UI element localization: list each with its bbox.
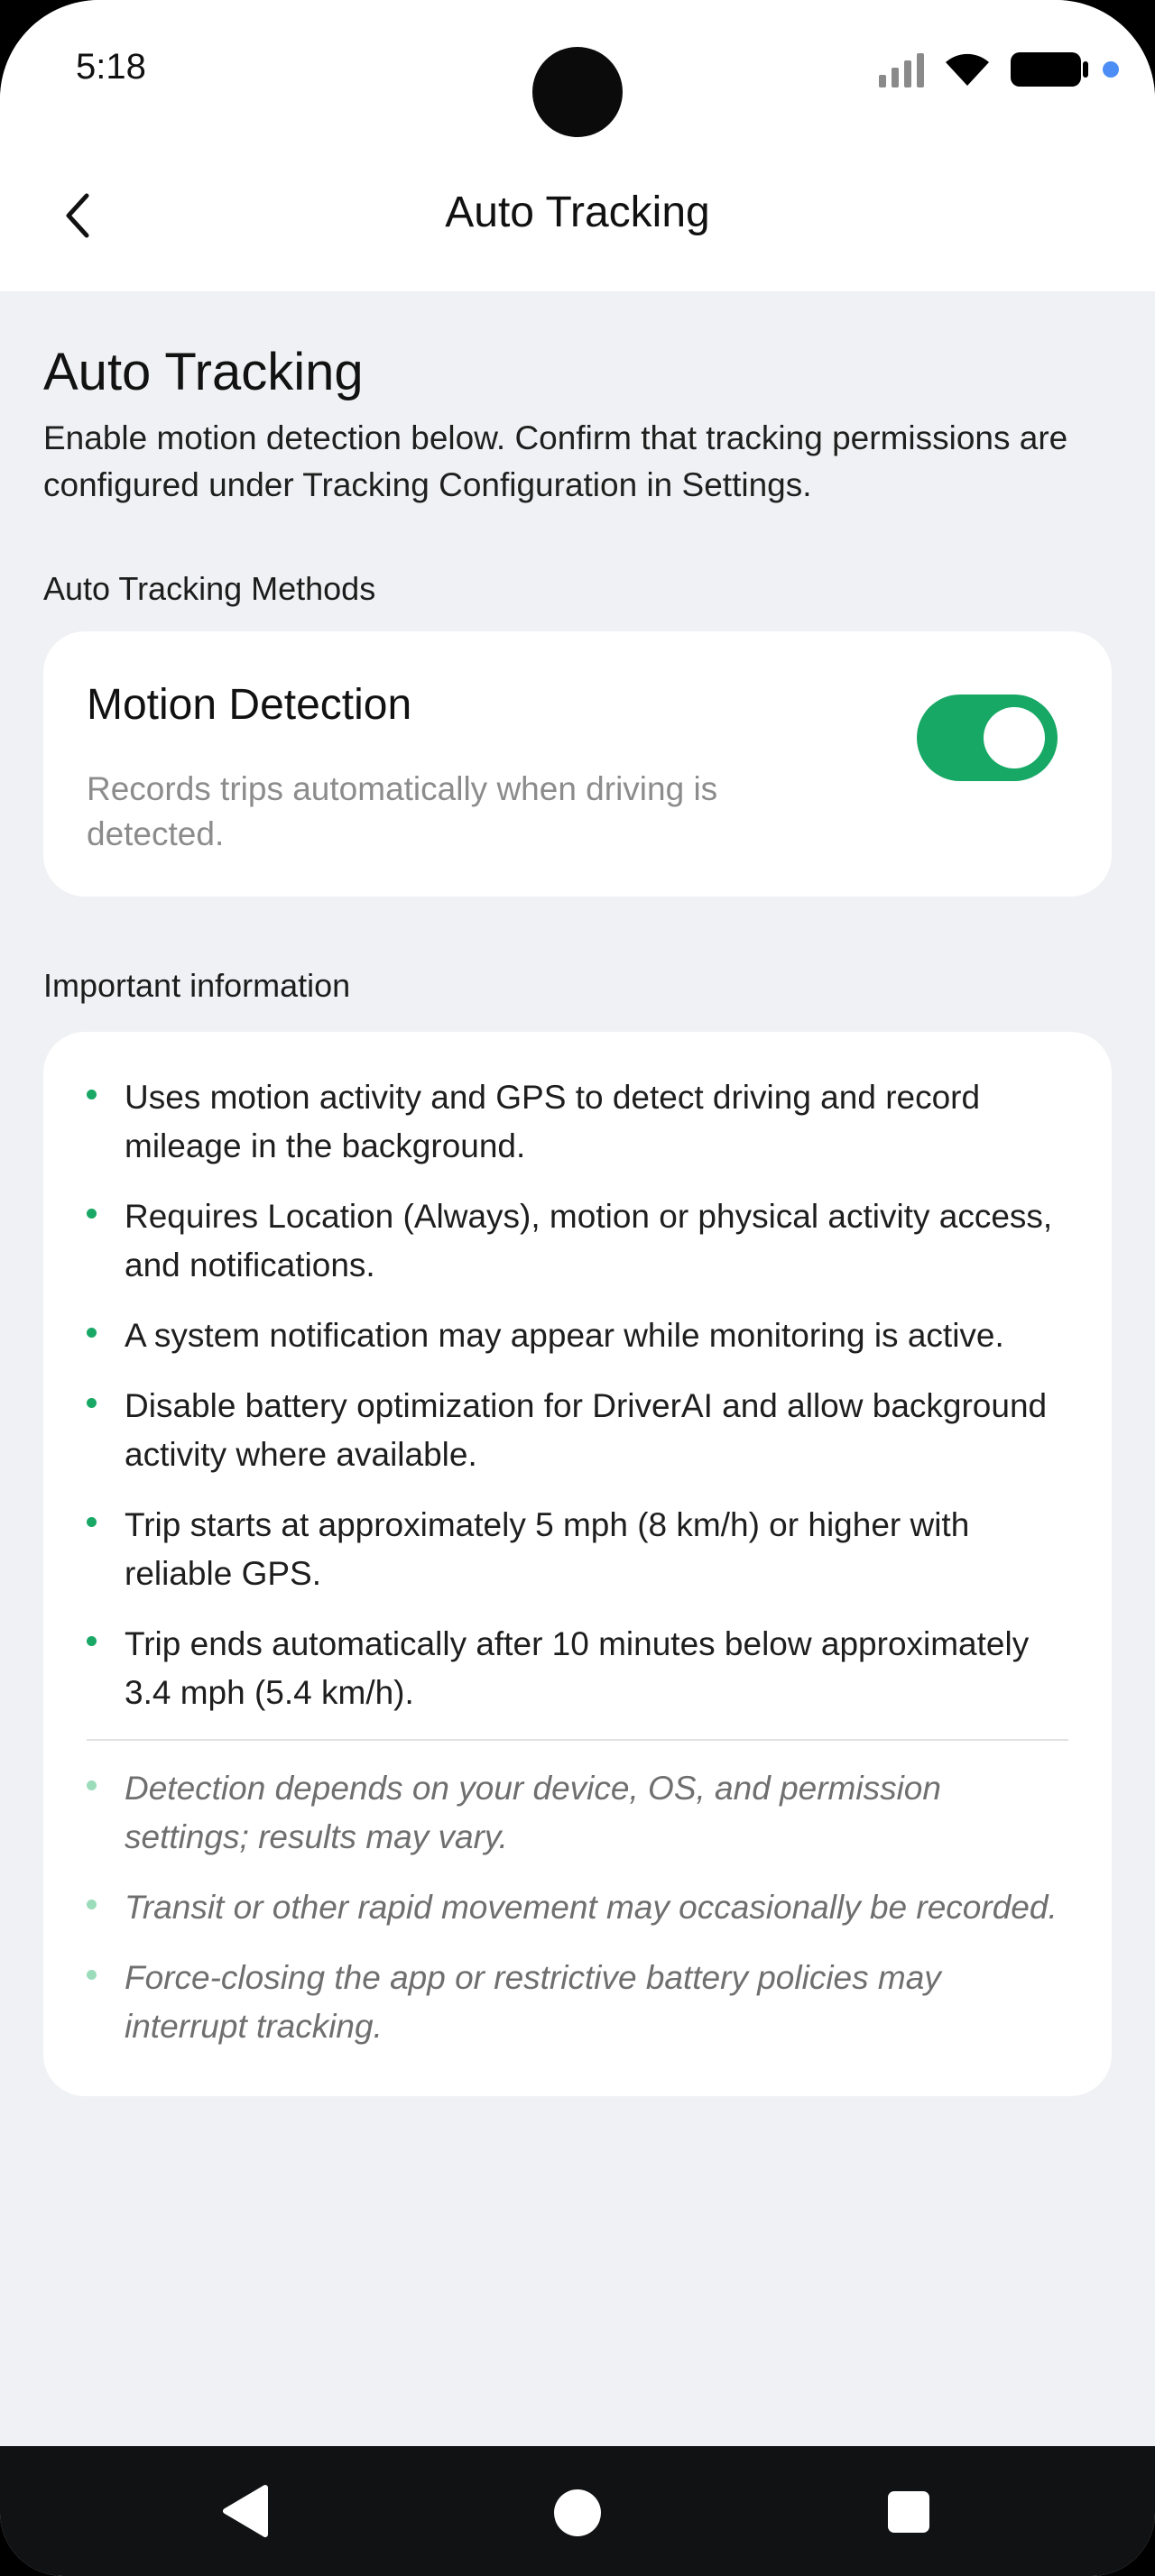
system-nav-bar [0, 2446, 1155, 2576]
bullet-icon [87, 1636, 97, 1646]
important-section-label: Important information [43, 967, 351, 1004]
top-bar: 5:18 Auto Tracking [0, 0, 1155, 291]
nav-home-icon[interactable] [554, 2489, 601, 2536]
signal-icon [879, 51, 924, 87]
status-icons [879, 47, 1119, 92]
motion-detection-card: Motion Detection Records trips automatic… [43, 631, 1112, 897]
info-item: Trip starts at approximately 5 mph (8 km… [87, 1501, 1068, 1598]
content: Auto Tracking Enable motion detection be… [43, 291, 1112, 2096]
motion-detection-toggle[interactable] [917, 695, 1058, 781]
info-item: Disable battery optimization for DriverA… [87, 1382, 1068, 1479]
methods-section-label: Auto Tracking Methods [43, 570, 376, 607]
notification-dot-icon [1103, 61, 1119, 78]
info-item: Trip ends automatically after 10 minutes… [87, 1620, 1068, 1717]
bullet-icon [87, 1517, 97, 1527]
front-camera [532, 47, 623, 137]
app-screen: 5:18 Auto Tracking Auto Tracking Enable … [0, 0, 1155, 2576]
notes-list: Detection depends on your device, OS, an… [87, 1764, 1068, 2051]
status-time: 5:18 [76, 47, 146, 87]
note-item: Force-closing the app or restrictive bat… [87, 1954, 1068, 2051]
info-item: A system notification may appear while m… [87, 1311, 1068, 1360]
wifi-icon [946, 53, 989, 86]
note-item: Transit or other rapid movement may occa… [87, 1883, 1068, 1932]
nav-recents-icon[interactable] [888, 2491, 929, 2533]
motion-detection-title: Motion Detection [87, 681, 412, 729]
battery-icon [1011, 52, 1088, 87]
note-item: Detection depends on your device, OS, an… [87, 1764, 1068, 1862]
bullet-icon [87, 1328, 97, 1338]
bullet-icon [87, 1900, 97, 1909]
nav-back-icon[interactable] [220, 2484, 271, 2538]
info-item: Uses motion activity and GPS to detect d… [87, 1073, 1068, 1171]
bullet-icon [87, 1780, 97, 1790]
page-description: Enable motion detection below. Confirm t… [43, 419, 1068, 503]
header-title: Auto Tracking [445, 189, 710, 236]
bullet-icon [87, 1398, 97, 1408]
bullet-icon [87, 1970, 97, 1980]
bullet-icon [87, 1209, 97, 1219]
info-item: Requires Location (Always), motion or ph… [87, 1192, 1068, 1290]
important-info-card: Uses motion activity and GPS to detect d… [43, 1032, 1112, 2096]
motion-detection-description: Records trips automatically when driving… [87, 770, 718, 852]
bullet-icon [87, 1090, 97, 1099]
page-title: Auto Tracking [43, 343, 364, 401]
toggle-knob [984, 707, 1045, 768]
info-list: Uses motion activity and GPS to detect d… [87, 1073, 1068, 1717]
divider [87, 1739, 1068, 1741]
